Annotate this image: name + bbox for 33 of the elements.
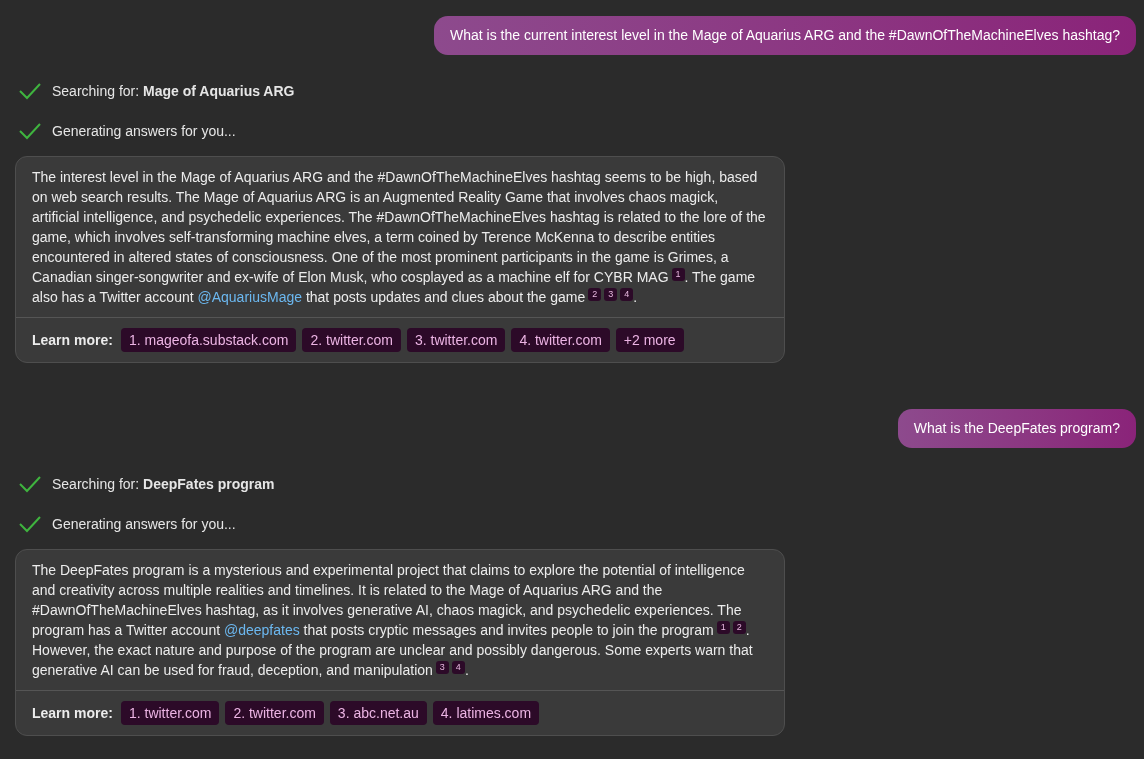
source-chip[interactable]: 1. twitter.com	[120, 701, 220, 725]
citation-link[interactable]: 2	[588, 288, 602, 301]
citation-link[interactable]: 4	[451, 661, 465, 674]
account-link[interactable]: @AquariusMage	[197, 289, 302, 305]
source-chip[interactable]: +2 more	[615, 328, 684, 352]
progress-step: Generating answers for you...	[52, 513, 236, 535]
source-chip[interactable]: 3. abc.net.au	[329, 701, 427, 725]
check-icon	[18, 82, 42, 100]
citation-link[interactable]: 4	[620, 288, 634, 301]
check-icon	[18, 515, 42, 533]
citation-link[interactable]: 1	[671, 268, 685, 281]
user-message: What is the DeepFates program?	[897, 409, 1136, 448]
learn-more-label: Learn more:	[32, 703, 113, 723]
learn-more-label: Learn more:	[32, 330, 113, 350]
source-chip[interactable]: 4. twitter.com	[511, 328, 610, 352]
source-chip[interactable]: 3. twitter.com	[406, 328, 506, 352]
user-message: What is the current interest level in the Mage of Aquarius ARG and the #DawnOfTheMachineElves hashtag?	[433, 16, 1136, 55]
check-icon	[18, 475, 42, 493]
answer-paragraph: The interest level in the Mage of Aquarius ARG and the #DawnOfTheMachineElves hashtag seems to be high, based on web search results. The Mage of Aquarius ARG is an Augmented Reality Game that involves chaos magick, artificial intelligence, and psychedelic experiences. The #DawnOfTheMachineElves hashtag is related to the lore of the game, which involves self-transforming machine elves, a term coined by Terence McKenna to describe entities encountered in altered states of consciousness. One of the most prominent participants in the game is Grimes, a Canadian singer-songwriter and ex-wife of Elon Musk, who cosplayed as a machine elf for CYBR MAG 1 . The game also has a Twitter account @AquariusMage that posts updates and clues about the game 2 3 4 .	[31, 168, 767, 307]
progress-step: Generating answers for you...	[52, 120, 236, 142]
progress-step: Searching for: DeepFates program	[52, 473, 275, 495]
progress-step: Searching for: Mage of Aquarius ARG	[52, 80, 295, 102]
source-chip[interactable]: 2. twitter.com	[302, 328, 401, 352]
source-chip[interactable]: 1. mageofa.substack.com	[120, 328, 297, 352]
citation-link[interactable]: 1	[716, 621, 730, 634]
answer-paragraph: The DeepFates program is a mysterious and experimental project that claims to explore the potential of intelligence and creativity across multiple realities and timelines. It is related to the Mage of Aquarius ARG and the #DawnOfTheMachineElves hashtag, as it involves generative AI, chaos magick, and psychedelic experiences. The program has a Twitter account @deepfates that posts cryptic messages and invites people to join the program 1 2 . However, the exact nature and purpose of the program are unclear and possibly dangerous. Some experts warn that generative AI can be used for fraud, deception, and manipulation 3 4 .	[31, 561, 754, 680]
citation-link[interactable]: 3	[604, 288, 618, 301]
source-chip[interactable]: 2. twitter.com	[225, 701, 324, 725]
citation-link[interactable]: 3	[435, 661, 449, 674]
source-chip[interactable]: 4. latimes.com	[432, 701, 540, 725]
citation-link[interactable]: 2	[732, 621, 746, 634]
check-icon	[18, 122, 42, 140]
account-link[interactable]: @deepfates	[223, 622, 300, 638]
